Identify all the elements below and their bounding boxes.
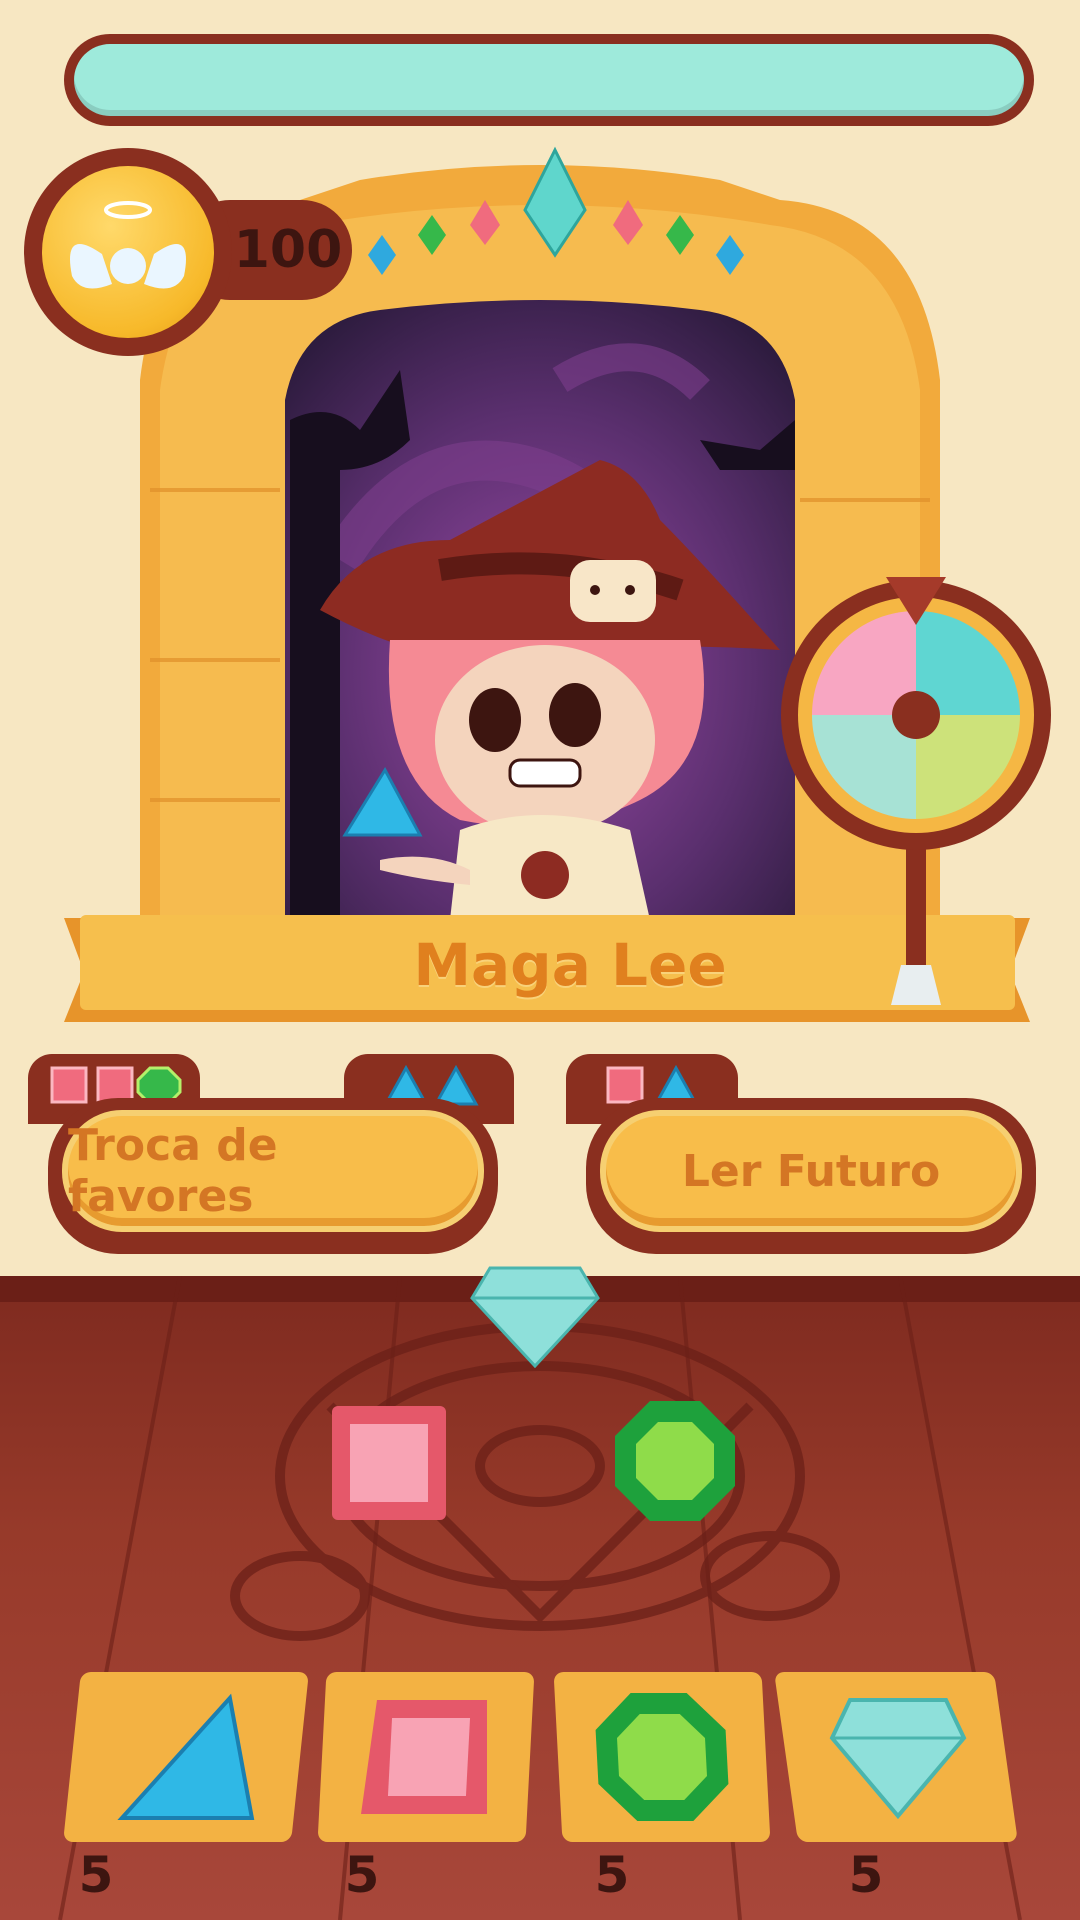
cyan-diamond-gem-icon [829,1698,967,1820]
floating-cyan-diamond-gem-icon [470,1266,600,1368]
inventory-count: 5 [78,1846,114,1904]
inventory-slot-diamond[interactable] [774,1672,1018,1842]
inventory-slot-triangle[interactable] [63,1672,309,1842]
floating-pink-square-gem-icon [332,1406,446,1520]
read-future-label: Ler Futuro [681,1145,941,1197]
blue-triangle-gem-icon [117,1693,255,1820]
trade-favors-button[interactable]: Troca de favores [48,1098,498,1254]
inventory-count: 5 [594,1846,630,1904]
angel-coin-icon [42,166,214,338]
read-future-button[interactable]: Ler Futuro [586,1098,1036,1254]
inventory-count: 5 [344,1846,380,1904]
currency-amount: 100 [233,220,343,280]
inventory-slot-square[interactable] [317,1672,535,1842]
trade-favors-label: Troca de favores [68,1120,278,1222]
inventory-slot-octagon[interactable] [553,1672,771,1842]
character-name: Maga Lee [413,931,727,999]
green-octagon-gem-icon [595,1693,729,1821]
inventory-count: 5 [848,1846,884,1904]
floating-green-octagon-gem-icon [615,1401,735,1521]
pink-square-gem-icon [361,1700,488,1814]
